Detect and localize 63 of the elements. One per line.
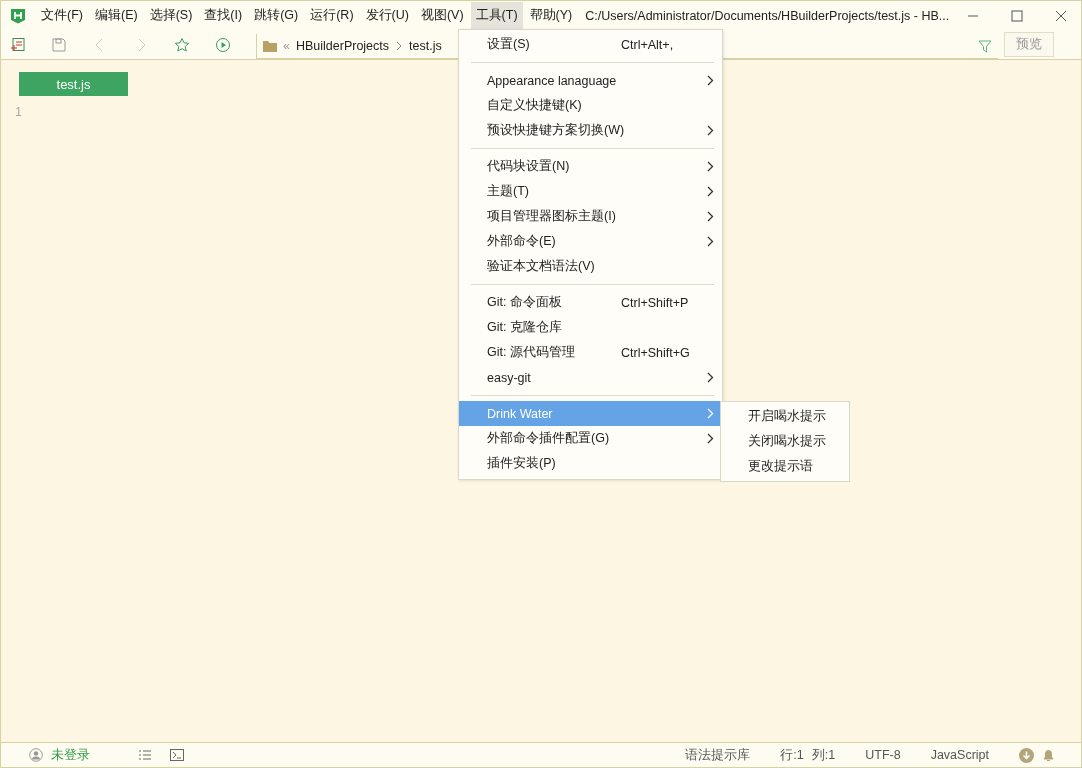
bell-icon[interactable]	[1042, 748, 1055, 762]
menu-item[interactable]: 主题(T)	[459, 179, 722, 204]
star-icon[interactable]	[174, 36, 190, 53]
menu-bar-item[interactable]: 视图(V)	[415, 2, 469, 29]
menu-bar-item[interactable]: 文件(F)	[36, 2, 88, 29]
submenu-item[interactable]: 关闭喝水提示	[721, 429, 849, 454]
list-icon[interactable]	[138, 749, 152, 761]
syntax-library-label[interactable]: 语法提示库	[685, 746, 751, 764]
cursor-line: 行:1	[780, 746, 804, 764]
breadcrumb-separator: «	[283, 39, 290, 53]
menu-item[interactable]: 外部命令(E)	[459, 229, 722, 254]
chevron-right-icon	[707, 408, 714, 419]
chevron-right-icon	[707, 236, 714, 247]
login-status[interactable]: 未登录	[51, 746, 90, 764]
menu-item[interactable]: Appearance lanaguage	[459, 68, 722, 93]
filter-icon[interactable]	[978, 39, 992, 53]
menu-item[interactable]: 自定义快捷键(K)	[459, 93, 722, 118]
menu-bar-item[interactable]: 编辑(E)	[89, 2, 143, 29]
menu-bar-item[interactable]: 工具(T)	[470, 2, 523, 29]
chevron-right-icon	[707, 211, 714, 222]
cursor-column: 列:1	[811, 746, 836, 764]
terminal-icon[interactable]	[170, 749, 184, 761]
chevron-right-icon	[707, 372, 714, 383]
menu-bar-item[interactable]: 帮助(Y)	[524, 2, 578, 29]
user-icon[interactable]	[29, 748, 43, 762]
chevron-right-icon	[707, 161, 714, 172]
chevron-right-icon	[707, 75, 714, 86]
menu-item[interactable]: 预设快捷键方案切换(W)	[459, 118, 722, 143]
language-label[interactable]: JavaScript	[930, 748, 989, 762]
menu-item[interactable]: 插件安装(P)	[459, 451, 722, 476]
breadcrumb-folder[interactable]: HBuilderProjects	[295, 39, 390, 53]
menu-item[interactable]: 设置(S) Ctrl+Alt+,	[459, 32, 722, 57]
menu-item[interactable]: 项目管理器图标主题(I)	[459, 204, 722, 229]
new-file-icon[interactable]	[10, 36, 26, 53]
menu-bar-item[interactable]: 跳转(G)	[249, 2, 304, 29]
folder-icon	[263, 40, 277, 52]
submenu-item[interactable]: 更改提示语	[721, 454, 849, 479]
encoding-label[interactable]: UTF-8	[865, 748, 901, 762]
menu-item[interactable]: 代码块设置(N)	[459, 154, 722, 179]
run-icon[interactable]	[215, 36, 231, 53]
chevron-right-icon	[707, 125, 714, 136]
menu-item[interactable]: 外部命令插件配置(G)	[459, 426, 722, 451]
window-title: C:/Users/Administrator/Documents/HBuilderProjects/test.js - HB...	[585, 8, 950, 23]
chevron-right-icon	[395, 41, 404, 51]
download-icon[interactable]	[1019, 747, 1034, 763]
line-number: 1	[15, 105, 22, 119]
menu-bar-item[interactable]: 选择(S)	[144, 2, 198, 29]
menu-item[interactable]: Git: 克隆仓库	[459, 315, 722, 340]
menu-bar-item[interactable]: 查找(I)	[199, 2, 248, 29]
close-icon[interactable]	[1055, 9, 1067, 22]
menu-item[interactable]: easy-git	[459, 365, 722, 390]
maximize-icon[interactable]	[1011, 9, 1023, 22]
chevron-right-icon	[707, 433, 714, 444]
save-icon[interactable]	[51, 36, 67, 53]
menu-bar-item[interactable]: 发行(U)	[360, 2, 414, 29]
menu-item[interactable]: 验证本文档语法(V)	[459, 254, 722, 279]
menu-item[interactable]: Git: 命令面板 Ctrl+Shift+P	[459, 290, 722, 315]
breadcrumb-file[interactable]: test.js	[409, 39, 442, 53]
app-logo-icon	[10, 7, 26, 24]
chevron-right-icon	[707, 186, 714, 197]
submenu-item[interactable]: 开启喝水提示	[721, 404, 849, 429]
menu-item[interactable]: Git: 源代码管理 Ctrl+Shift+G	[459, 340, 722, 365]
menu-bar-item[interactable]: 运行(R)	[305, 2, 359, 29]
